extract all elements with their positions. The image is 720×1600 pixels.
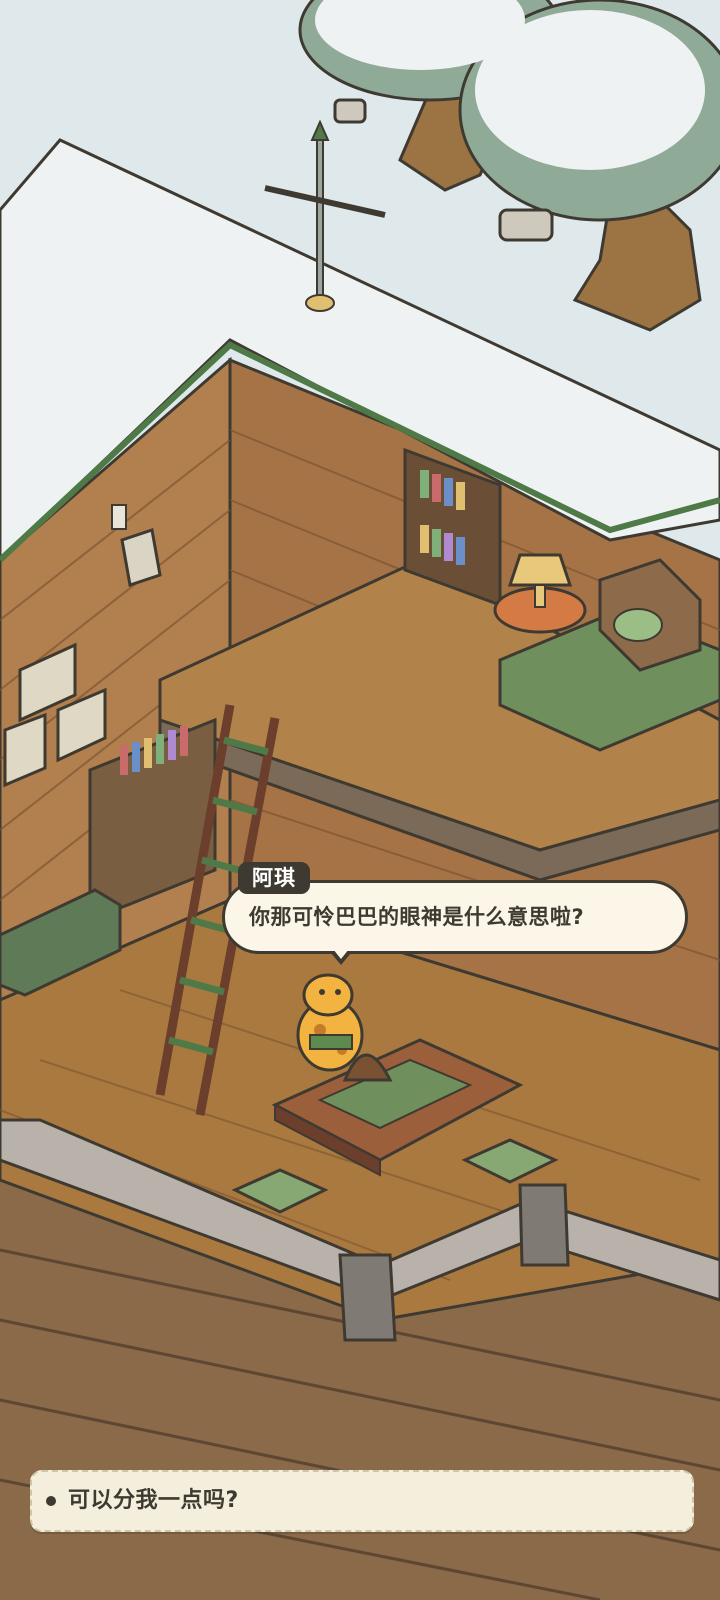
game-scene xyxy=(0,0,720,1600)
dialogue-choice-button[interactable]: 可以分我一点吗? xyxy=(30,1470,694,1532)
bubble-tail-fill xyxy=(333,949,349,959)
bullet-icon xyxy=(46,1496,56,1506)
dialogue-choice-label: 可以分我一点吗? xyxy=(68,1488,239,1513)
speaker-name-tag: 阿琪 xyxy=(238,862,310,894)
giraffe-character xyxy=(296,973,364,1072)
